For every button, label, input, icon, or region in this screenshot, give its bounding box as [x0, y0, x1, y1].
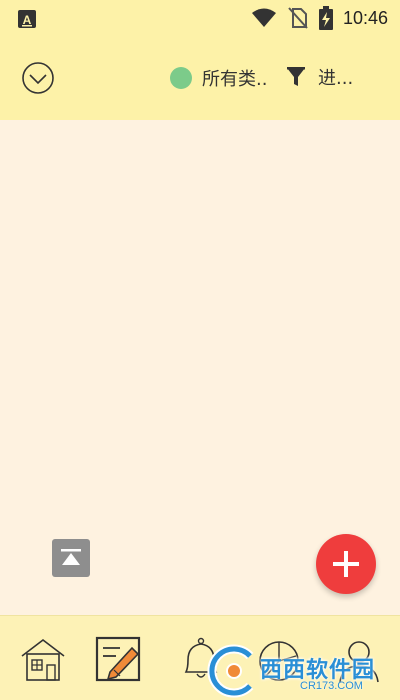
- progress-label: 进...: [318, 68, 354, 89]
- scroll-to-top-icon: [61, 549, 81, 565]
- accessibility-icon: A: [18, 10, 36, 28]
- status-icons: 10:46: [251, 6, 388, 30]
- chevron-down-circle-icon[interactable]: [20, 60, 56, 96]
- toolbar: 所有类.. 进...: [0, 36, 400, 120]
- wifi-icon: [251, 8, 276, 27]
- app-screen: A 10:46 所有类.. 进... 西西软件园 CR173.COM: [0, 0, 400, 700]
- site-watermark: 西西软件园 CR173.COM: [200, 640, 400, 700]
- add-note-button[interactable]: [316, 534, 376, 594]
- plus-icon: [333, 551, 359, 577]
- house-icon[interactable]: [18, 634, 68, 684]
- svg-text:A: A: [23, 13, 32, 27]
- watermark-logo-icon: [207, 644, 254, 698]
- no-sim-icon: [288, 7, 308, 29]
- funnel-icon: [287, 67, 305, 86]
- category-color-dot: [170, 67, 192, 89]
- status-bar: A 10:46: [0, 0, 400, 36]
- scroll-to-top-button[interactable]: [52, 539, 90, 577]
- progress-filter[interactable]: 进...: [286, 64, 353, 90]
- battery-charging-icon: [318, 6, 333, 30]
- watermark-subtext: CR173.COM: [300, 680, 363, 692]
- status-time: 10:46: [342, 7, 388, 28]
- pencil-note-icon[interactable]: [94, 634, 144, 684]
- category-label: 所有类..: [202, 69, 268, 90]
- category-filter[interactable]: 所有类..: [170, 66, 267, 90]
